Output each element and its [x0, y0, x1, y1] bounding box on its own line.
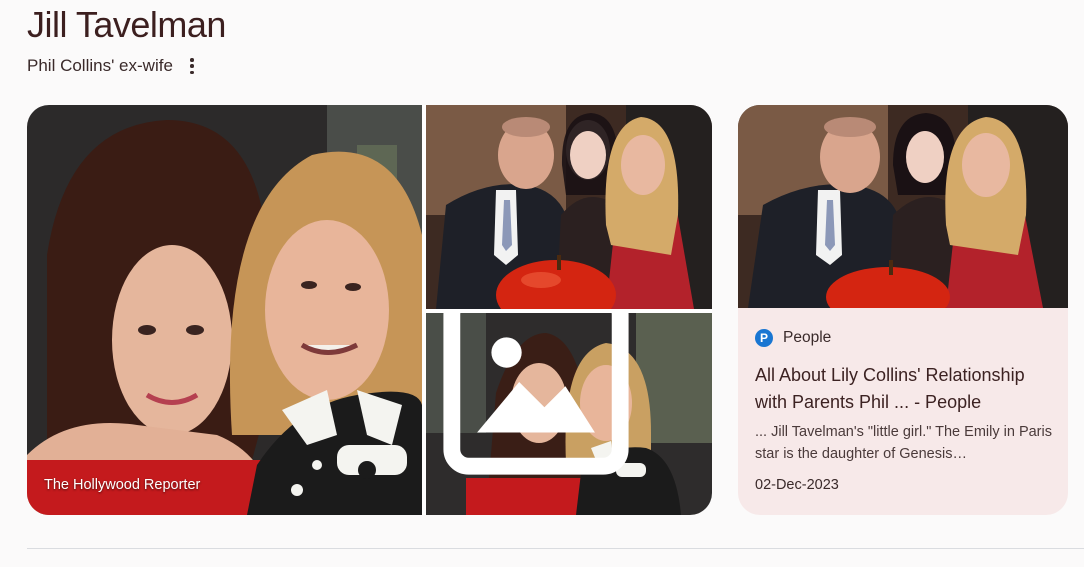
entity-title: Jill Tavelman	[27, 4, 226, 45]
article-source: P People	[755, 329, 831, 347]
secondary-photo-bottom[interactable]	[426, 313, 712, 515]
trio-photo-art	[426, 105, 712, 309]
image-gallery: The Hollywood Reporter	[27, 105, 712, 515]
source-name: People	[783, 329, 832, 346]
image-source-caption: The Hollywood Reporter	[44, 477, 201, 493]
main-photo[interactable]: The Hollywood Reporter	[27, 105, 422, 515]
image-icon[interactable]	[426, 313, 679, 483]
entity-subtitle: Phil Collins' ex-wife	[27, 56, 173, 75]
divider	[27, 548, 1084, 549]
subtitle-row: Phil Collins' ex-wife	[27, 55, 197, 77]
article-thumbnail	[738, 105, 1068, 308]
article-date: 02-Dec-2023	[755, 477, 839, 493]
article-card[interactable]: P People All About Lily Collins' Relatio…	[738, 105, 1068, 515]
article-thumbnail-art	[738, 105, 1068, 308]
secondary-photo-top[interactable]	[426, 105, 712, 309]
main-photo-art	[27, 105, 422, 515]
more-vert-icon[interactable]	[187, 57, 197, 75]
people-logo-icon: P	[755, 329, 773, 347]
article-snippet: ... Jill Tavelman's "little girl." The E…	[755, 424, 1052, 462]
article-headline[interactable]: All About Lily Collins' Relationship wit…	[755, 362, 1055, 416]
